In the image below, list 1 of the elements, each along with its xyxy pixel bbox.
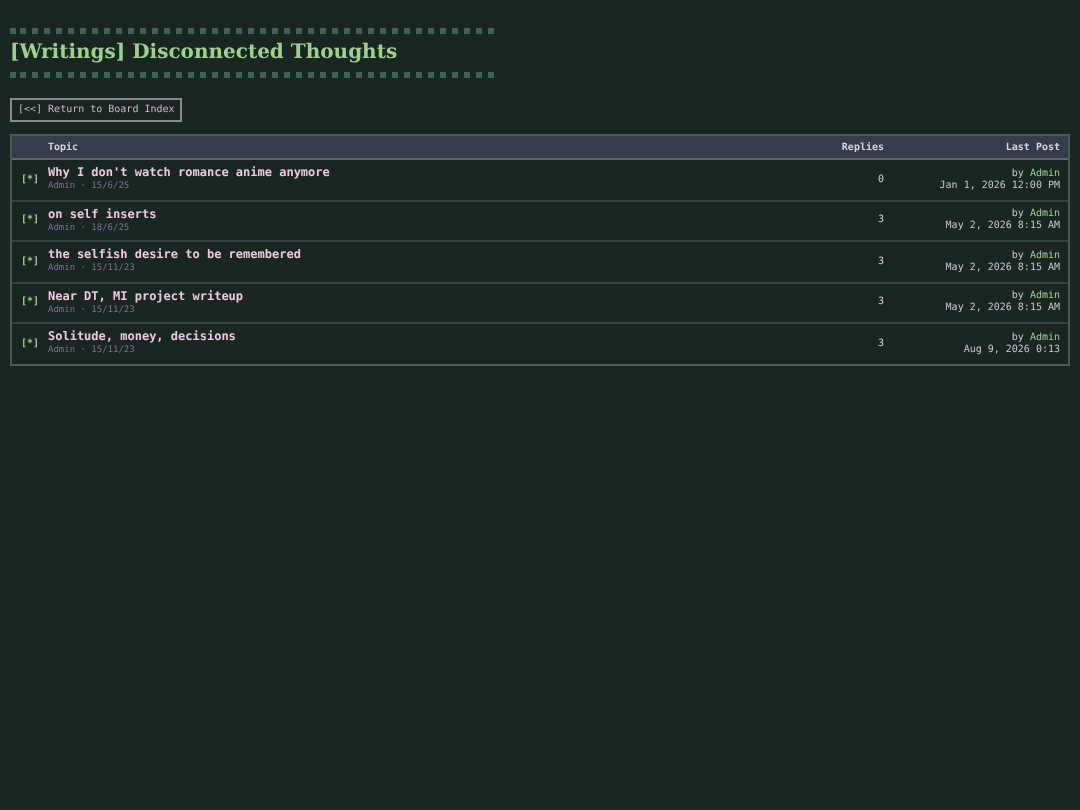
page-title: [Writings] Disconnected Thoughts xyxy=(10,42,400,64)
